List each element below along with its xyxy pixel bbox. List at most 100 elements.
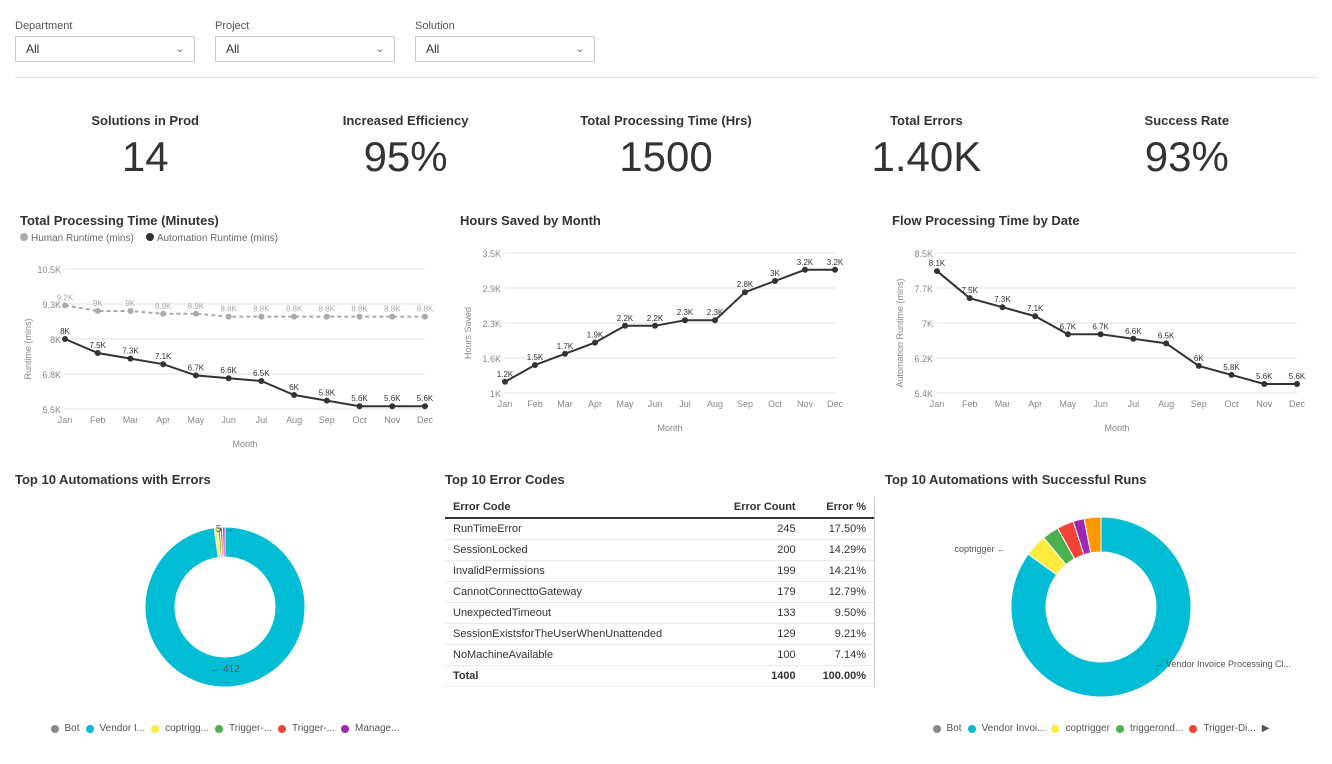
processing-time-title: Total Processing Time (Minutes) <box>20 213 440 228</box>
total-label: Total <box>445 666 712 687</box>
svg-text:8.8K: 8.8K <box>384 305 401 314</box>
svg-text:9.2K: 9.2K <box>57 293 74 302</box>
svg-text:6.5K: 6.5K <box>253 369 270 378</box>
project-select[interactable]: All ⌄ <box>215 36 395 62</box>
svg-text:coptrigger ←: coptrigger ← <box>954 544 1006 554</box>
svg-text:6.2K: 6.2K <box>914 354 933 364</box>
department-select[interactable]: All ⌄ <box>15 36 195 62</box>
col-error-code: Error Code <box>445 497 712 518</box>
kpi-value-increased-efficiency: 95% <box>280 136 530 178</box>
svg-text:1.9K: 1.9K <box>587 331 604 340</box>
processing-time-panel: Total Processing Time (Minutes) Human Ru… <box>15 208 445 457</box>
svg-text:Sep: Sep <box>319 415 335 425</box>
svg-text:1.6K: 1.6K <box>482 354 501 364</box>
svg-text:2.2K: 2.2K <box>617 314 634 323</box>
kpi-value-total-processing-time: 1500 <box>541 136 791 178</box>
table-row: CannotConnecttoGateway17912.79% <box>445 582 874 603</box>
solution-value: All <box>426 42 439 56</box>
legend-item: Trigger-... <box>215 723 272 734</box>
total-pct: 100.00% <box>804 666 874 687</box>
department-chevron: ⌄ <box>176 44 184 55</box>
svg-text:8.8K: 8.8K <box>319 305 336 314</box>
svg-text:9K: 9K <box>93 299 103 308</box>
kpi-success-rate: Success Rate 93% <box>1057 103 1317 188</box>
svg-text:2.3K: 2.3K <box>482 319 501 329</box>
processing-time-chart: 5.5K6.8K8K9.3K10.5KJanFebMarAprMayJunJul… <box>20 249 440 452</box>
svg-text:Aug: Aug <box>1158 399 1174 409</box>
legend-more-arrow[interactable]: ▶ <box>1262 723 1270 734</box>
table-row: RunTimeError24517.50% <box>445 518 874 540</box>
svg-text:7.1K: 7.1K <box>155 352 172 361</box>
department-label: Department <box>15 20 195 32</box>
svg-text:Runtime (mins): Runtime (mins) <box>23 318 33 379</box>
svg-text:8.8K: 8.8K <box>220 305 237 314</box>
svg-text:Jul: Jul <box>679 399 691 409</box>
kpi-value-solutions-in-prod: 14 <box>20 136 270 178</box>
legend-item: Trigger-... <box>278 723 335 734</box>
kpi-solutions-in-prod: Solutions in Prod 14 <box>15 103 275 188</box>
svg-text:9K: 9K <box>126 299 136 308</box>
svg-text:6.6K: 6.6K <box>1125 327 1142 336</box>
svg-text:8.8K: 8.8K <box>253 305 270 314</box>
svg-text:7K: 7K <box>922 319 933 329</box>
svg-text:8.8K: 8.8K <box>351 305 368 314</box>
svg-text:Dec: Dec <box>827 399 844 409</box>
legend-item: Vendor I... <box>86 723 146 734</box>
svg-text:Mar: Mar <box>123 415 139 425</box>
col-error-count: Error Count <box>712 497 804 518</box>
kpi-total-processing-time: Total Processing Time (Hrs) 1500 <box>536 103 796 188</box>
svg-text:6.8K: 6.8K <box>42 370 61 380</box>
svg-text:5.6K: 5.6K <box>1289 372 1306 381</box>
svg-text:7.3K: 7.3K <box>994 295 1011 304</box>
solution-label: Solution <box>415 20 595 32</box>
svg-text:Feb: Feb <box>962 399 978 409</box>
svg-text:Oct: Oct <box>353 415 368 425</box>
svg-text:2.3K: 2.3K <box>707 308 724 317</box>
svg-text:6K: 6K <box>289 383 299 392</box>
flow-processing-chart: 5.4K6.2K7K7.7K8.5KJanFebMarAprMayJunJulA… <box>892 233 1312 436</box>
error-codes-table: Error Code Error Count Error % RunTimeEr… <box>445 497 874 687</box>
success-donut-title: Top 10 Automations with Successful Runs <box>885 472 1317 487</box>
project-label: Project <box>215 20 395 32</box>
kpi-title-total-processing-time: Total Processing Time (Hrs) <box>541 113 791 128</box>
success-donut-container: coptrigger ←← Vendor Invoice Processing … <box>885 497 1317 734</box>
svg-text:Feb: Feb <box>90 415 106 425</box>
kpi-title-total-errors: Total Errors <box>801 113 1051 128</box>
svg-text:7.5K: 7.5K <box>961 286 978 295</box>
svg-text:Sep: Sep <box>1191 399 1207 409</box>
solution-chevron: ⌄ <box>576 44 584 55</box>
kpi-title-solutions-in-prod: Solutions in Prod <box>20 113 270 128</box>
svg-text:7.7K: 7.7K <box>914 284 933 294</box>
kpi-title-increased-efficiency: Increased Efficiency <box>280 113 530 128</box>
svg-text:6.7K: 6.7K <box>188 363 205 372</box>
svg-text:5.5K: 5.5K <box>42 405 61 415</box>
svg-text:3.2K: 3.2K <box>797 258 814 267</box>
svg-text:Mar: Mar <box>995 399 1011 409</box>
svg-text:Jul: Jul <box>256 415 268 425</box>
kpi-title-success-rate: Success Rate <box>1062 113 1312 128</box>
svg-text:5.8K: 5.8K <box>319 389 336 398</box>
svg-text:Oct: Oct <box>768 399 783 409</box>
solution-select[interactable]: All ⌄ <box>415 36 595 62</box>
legend-item: coptrigger <box>1051 723 1109 734</box>
svg-text:6.6K: 6.6K <box>220 366 237 375</box>
charts-row: Total Processing Time (Minutes) Human Ru… <box>15 208 1317 457</box>
svg-text:3K: 3K <box>770 269 780 278</box>
svg-text:8.9K: 8.9K <box>155 302 172 311</box>
table-row: InvalidPermissions19914.21% <box>445 561 874 582</box>
svg-text:5.6K: 5.6K <box>417 394 434 403</box>
svg-text:Automation Runtime (mins): Automation Runtime (mins) <box>895 278 905 387</box>
bottom-row: Top 10 Automations with Errors ← 4125 → … <box>15 472 1317 734</box>
svg-text:1.2K: 1.2K <box>497 370 514 379</box>
svg-text:5.6K: 5.6K <box>351 394 368 403</box>
svg-text:Jun: Jun <box>221 415 236 425</box>
svg-text:Jan: Jan <box>498 399 513 409</box>
svg-text:5.6K: 5.6K <box>1256 372 1273 381</box>
svg-text:7.5K: 7.5K <box>89 341 106 350</box>
error-table-wrapper[interactable]: Error Code Error Count Error % RunTimeEr… <box>445 497 875 687</box>
svg-text:5.8K: 5.8K <box>1223 363 1240 372</box>
svg-text:6.7K: 6.7K <box>1092 322 1109 331</box>
svg-text:Aug: Aug <box>707 399 723 409</box>
svg-text:1.5K: 1.5K <box>527 353 544 362</box>
project-chevron: ⌄ <box>376 44 384 55</box>
